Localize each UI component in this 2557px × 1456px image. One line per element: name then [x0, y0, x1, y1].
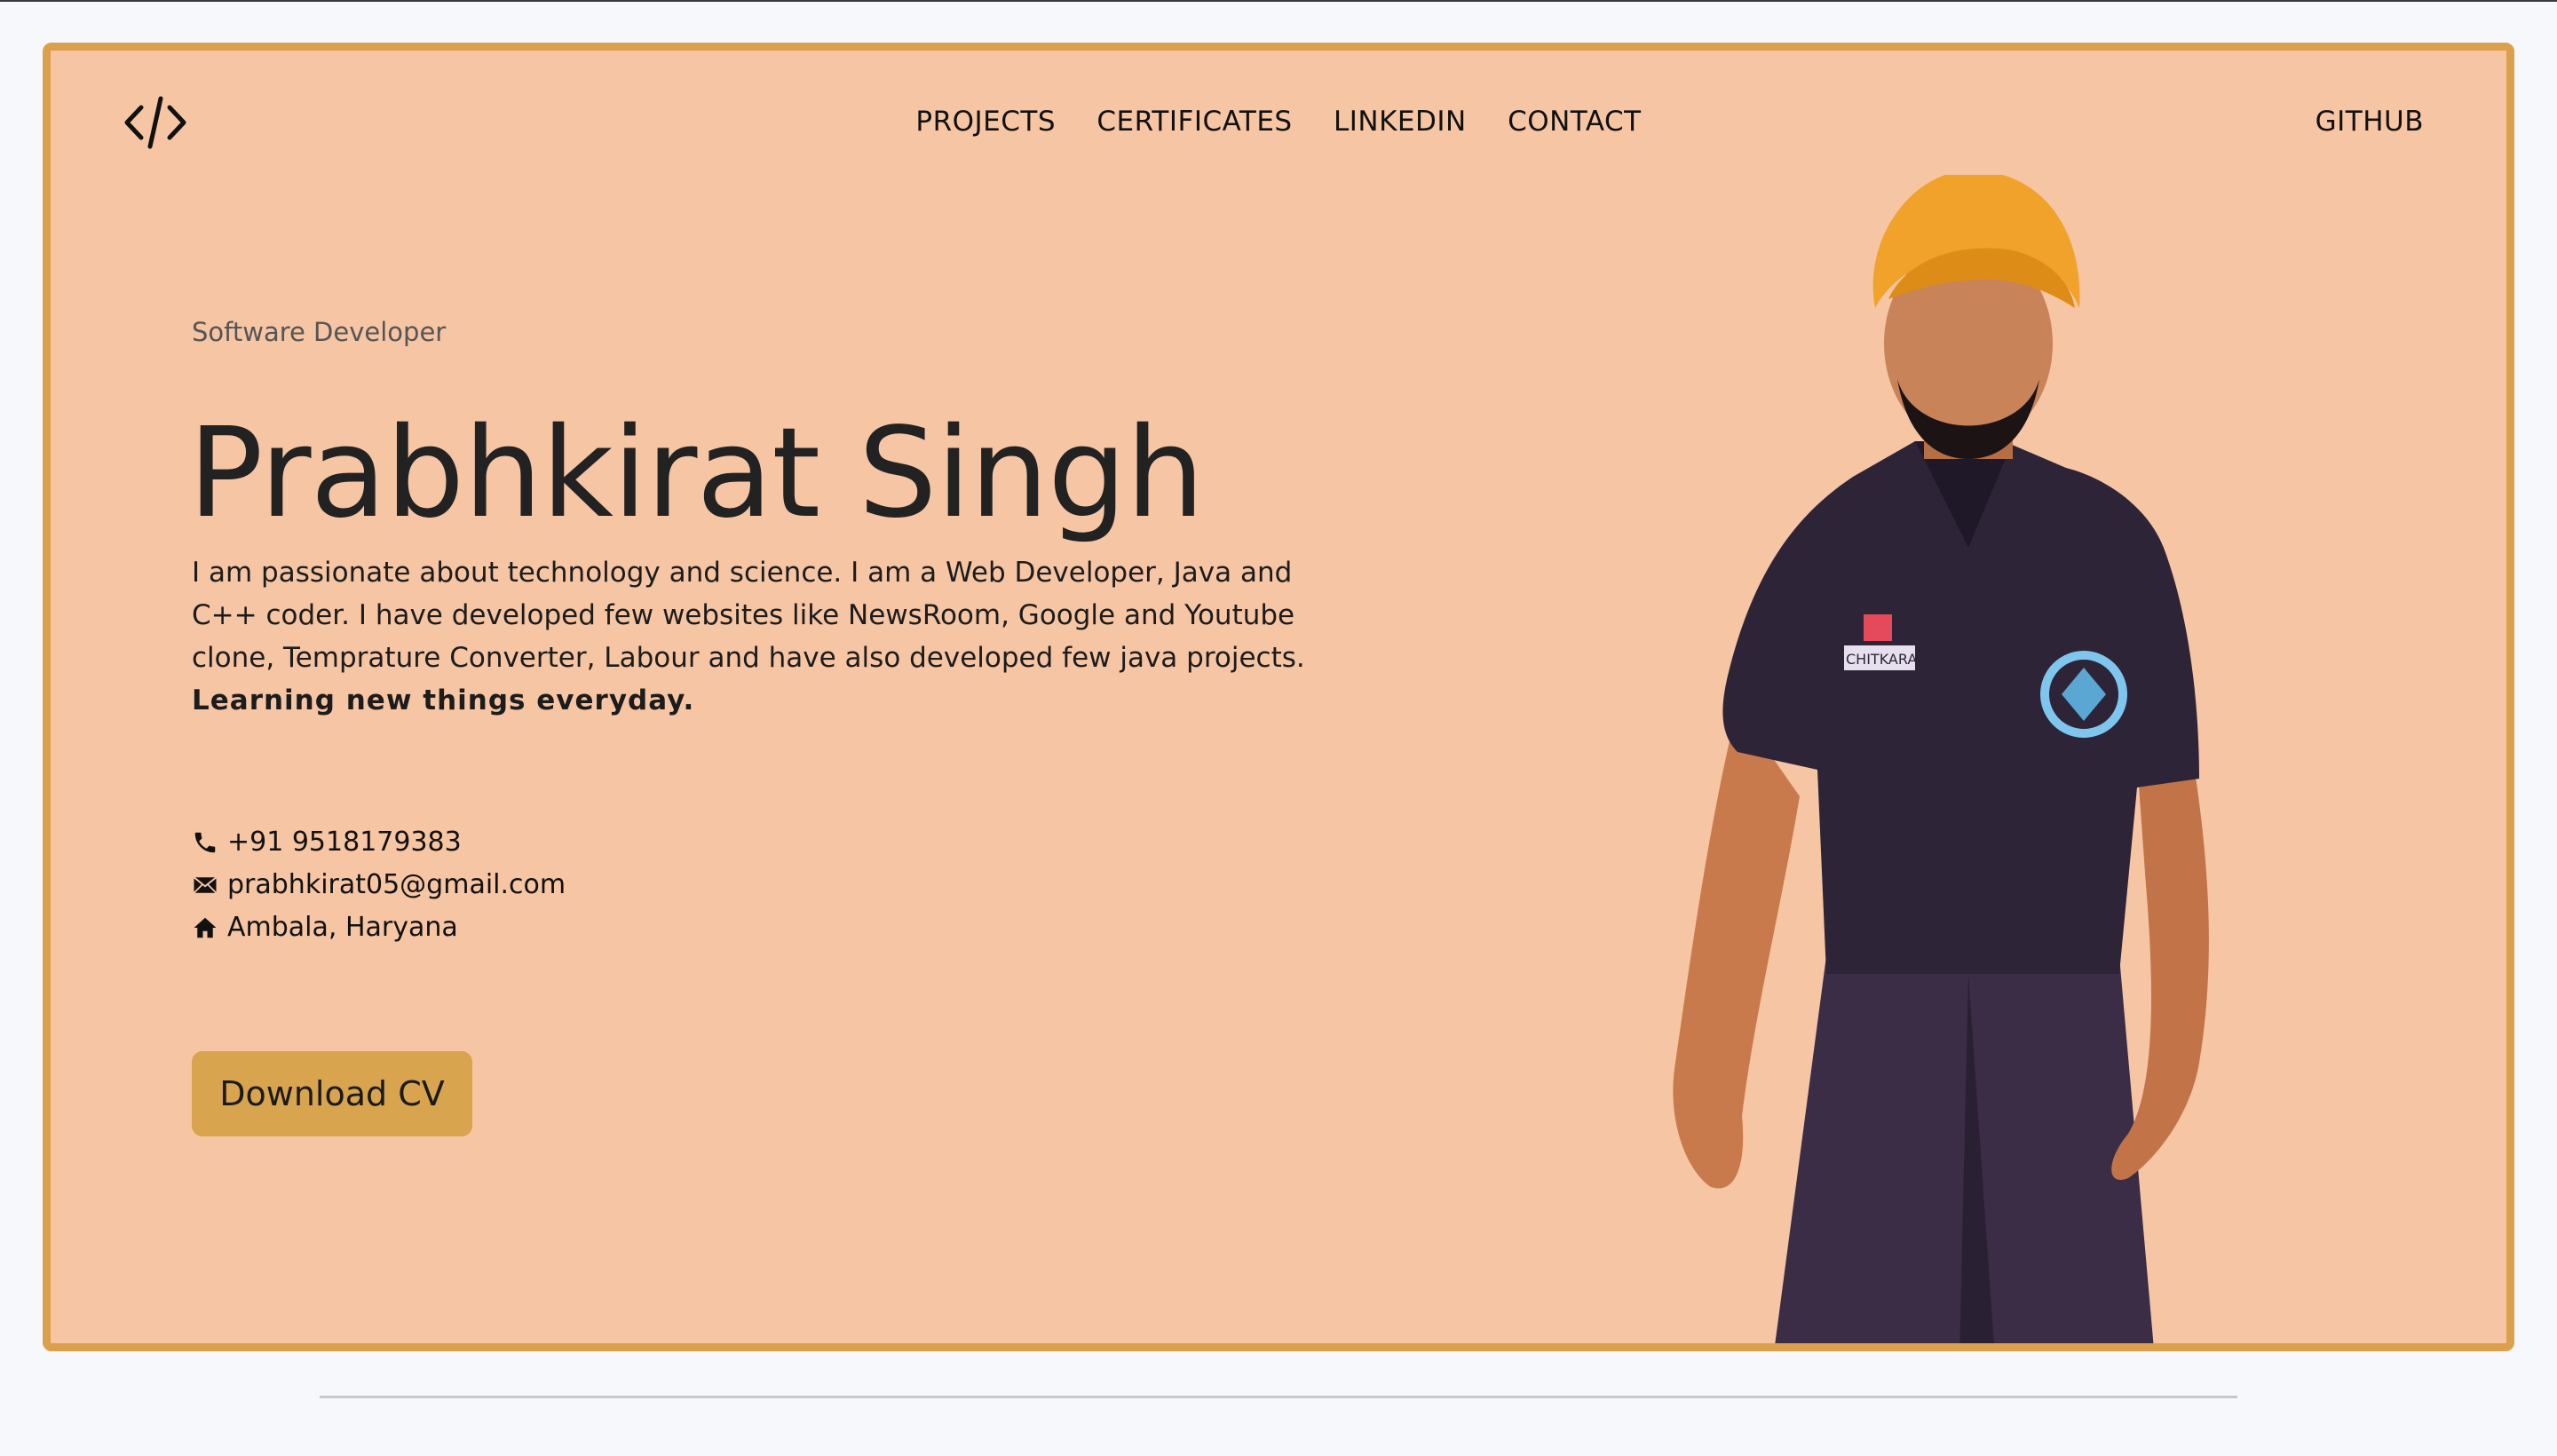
shirt-badge-text: CHITKARA — [1846, 651, 1917, 668]
contact-email[interactable]: prabhkirat05@gmail.com — [227, 864, 566, 906]
hero-section: PROJECTS CERTIFICATES LINKEDIN CONTACT G… — [43, 43, 2514, 1351]
nav-contact[interactable]: CONTACT — [1508, 106, 1642, 138]
main-nav: PROJECTS CERTIFICATES LINKEDIN CONTACT — [51, 106, 2506, 138]
nav-github[interactable]: GITHUB — [2316, 106, 2424, 138]
nav-linkedin[interactable]: LINKEDIN — [1334, 106, 1467, 138]
bio-paragraph: I am passionate about technology and sci… — [192, 551, 1310, 722]
bio-text: I am passionate about technology and sci… — [192, 557, 1305, 674]
profile-photo: CHITKARA — [1673, 175, 2209, 1343]
contact-location-row: Ambala, Haryana — [192, 906, 566, 949]
page-title: Prabhkirat Singh — [188, 401, 1205, 546]
contact-phone-row: +91 9518179383 — [192, 821, 566, 864]
role-subtitle: Software Developer — [192, 317, 447, 347]
contact-list: +91 9518179383 prabhkirat05@gmail.com Am… — [192, 821, 566, 949]
home-icon — [194, 917, 217, 938]
contact-location: Ambala, Haryana — [227, 912, 458, 943]
nav-projects[interactable]: PROJECTS — [915, 106, 1056, 138]
top-divider — [0, 0, 2557, 2]
phone-icon — [194, 832, 216, 853]
section-divider — [320, 1396, 2237, 1398]
bio-tagline: Learning new things everyday. — [192, 684, 695, 716]
envelope-icon — [193, 876, 218, 894]
nav-certificates[interactable]: CERTIFICATES — [1096, 106, 1292, 138]
download-cv-button[interactable]: Download CV — [192, 1051, 472, 1136]
contact-phone[interactable]: +91 9518179383 — [227, 821, 462, 864]
contact-email-row: prabhkirat05@gmail.com — [192, 864, 566, 906]
